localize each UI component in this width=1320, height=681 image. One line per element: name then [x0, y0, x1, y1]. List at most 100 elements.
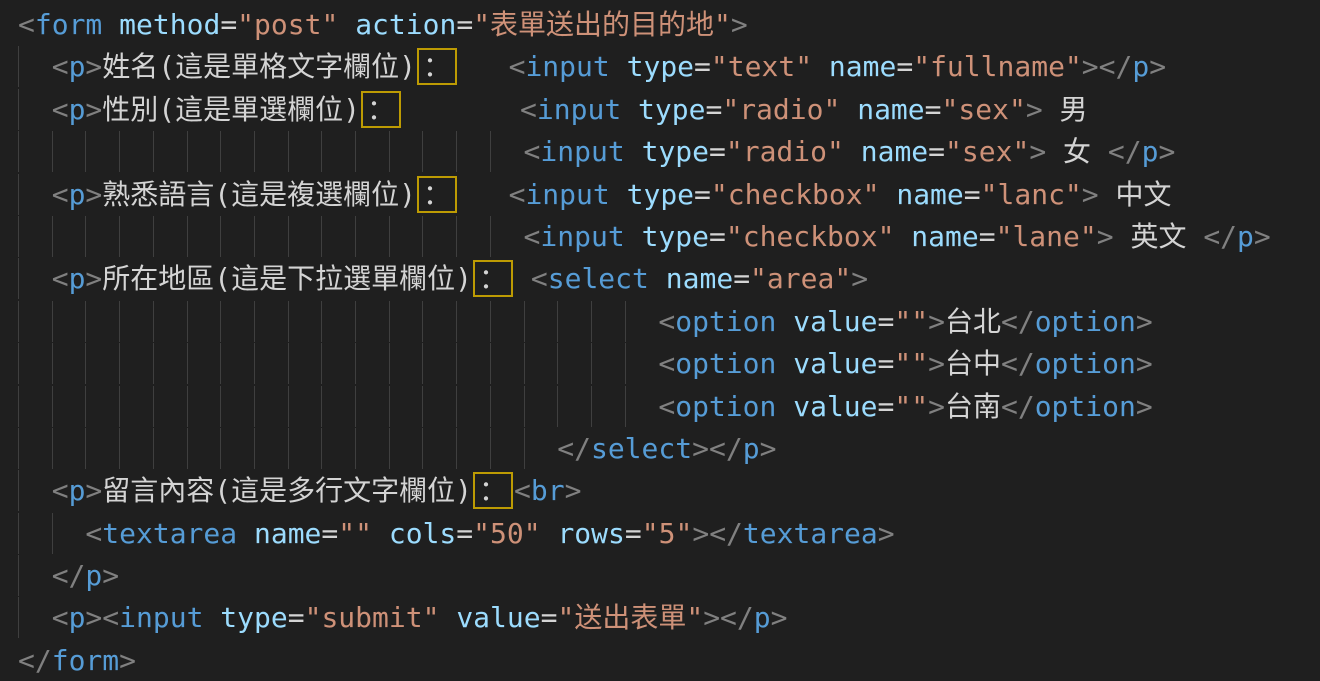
indent-guides	[18, 555, 52, 597]
token-punctuation: >	[771, 601, 788, 634]
token-whitespace	[621, 93, 638, 126]
token-tag-name: input	[540, 135, 624, 168]
token-equals-sign: =	[878, 390, 895, 423]
token-punctuation: >	[1136, 347, 1153, 380]
token-attribute-name: name	[254, 517, 321, 550]
indent-guide-line	[119, 301, 153, 342]
token-whitespace	[203, 601, 220, 634]
unicode-highlight-colon: ：	[473, 472, 513, 509]
indent-guide-line	[288, 216, 322, 257]
token-whitespace	[102, 8, 119, 41]
indent-guide-line	[18, 89, 52, 130]
token-attribute-name: name	[896, 178, 963, 211]
indent-guide-line	[18, 216, 52, 257]
indent-guide-line	[18, 555, 52, 596]
indent-guide-line	[389, 343, 423, 384]
token-punctuation: <	[18, 8, 35, 41]
token-punctuation: </	[720, 601, 754, 634]
token-tag-name: textarea	[102, 517, 237, 550]
token-punctuation: >	[703, 601, 720, 634]
indent-guide-line	[52, 301, 86, 342]
token-punctuation: <	[52, 601, 69, 634]
token-tag-name: input	[525, 178, 609, 211]
token-whitespace	[610, 178, 627, 211]
token-tag-name: input	[537, 93, 621, 126]
token-equals-sign: =	[321, 517, 338, 550]
token-tag-name: p	[69, 262, 86, 295]
token-punctuation: >	[731, 8, 748, 41]
token-whitespace	[879, 178, 896, 211]
indent-guide-line	[490, 301, 524, 342]
token-string-value: "送出表單"	[557, 601, 703, 634]
indent-guide-line	[422, 131, 456, 172]
token-text-content: 台北	[945, 305, 1001, 338]
token-string-value: ""	[894, 305, 928, 338]
code-line: <textarea name="" cols="50" rows="5"></t…	[18, 513, 1302, 555]
token-string-value: "sex"	[942, 93, 1026, 126]
token-string-value: "area"	[750, 262, 851, 295]
token-punctuation: </	[1203, 220, 1237, 253]
indent-guide-line	[153, 386, 187, 427]
token-tag-name: option	[675, 390, 776, 423]
token-whitespace	[625, 135, 642, 168]
indent-guide-line	[254, 131, 288, 172]
token-tag-name: input	[540, 220, 624, 253]
indent-guide-line	[18, 428, 52, 469]
indent-guide-line	[153, 428, 187, 469]
indent-guide-line	[490, 428, 524, 469]
token-punctuation: </	[1001, 305, 1035, 338]
indent-guide-line	[389, 216, 423, 257]
token-punctuation: >	[851, 262, 868, 295]
token-equals-sign: =	[456, 8, 473, 41]
token-punctuation: <	[524, 135, 541, 168]
token-string-value: "50"	[473, 517, 540, 550]
token-string-value: ""	[894, 390, 928, 423]
indent-guide-line	[456, 343, 490, 384]
indent-guide-line	[355, 386, 389, 427]
token-text-content: 留言內容(這是多行文字欄位)	[102, 474, 472, 507]
token-string-value: "radio"	[722, 93, 840, 126]
token-punctuation: </	[1099, 50, 1133, 83]
indent-guide-line	[321, 301, 355, 342]
indent-guide-line	[422, 428, 456, 469]
indent-guide-line	[456, 386, 490, 427]
indent-guides	[18, 46, 52, 88]
indent-guide-line	[153, 301, 187, 342]
indent-guides	[18, 216, 524, 258]
token-punctuation: <	[524, 220, 541, 253]
token-tag-name: textarea	[743, 517, 878, 550]
indent-guide-line	[187, 428, 221, 469]
token-punctuation: <	[509, 178, 526, 211]
indent-guide-line	[85, 301, 119, 342]
indent-guide-line	[389, 428, 423, 469]
token-whitespace	[776, 390, 793, 423]
indent-guide-line	[456, 216, 490, 257]
token-tag-name: select	[548, 262, 649, 295]
token-whitespace	[844, 135, 861, 168]
token-attribute-name: type	[642, 220, 709, 253]
indent-guide-line	[254, 343, 288, 384]
token-string-value: "sex"	[945, 135, 1029, 168]
token-punctuation: >	[1026, 93, 1043, 126]
indent-guide-line	[625, 386, 659, 427]
token-equals-sign: =	[541, 601, 558, 634]
token-punctuation: >	[928, 347, 945, 380]
indent-guides	[18, 301, 658, 343]
token-punctuation: </	[18, 644, 52, 677]
token-tag-name: p	[1142, 135, 1159, 168]
indent-guide-line	[220, 131, 254, 172]
token-tag-name: input	[119, 601, 203, 634]
indent-guide-line	[288, 386, 322, 427]
token-equals-sign: =	[694, 50, 711, 83]
token-equals-sign: =	[456, 517, 473, 550]
indent-guide-line	[456, 301, 490, 342]
indent-guides	[18, 174, 52, 216]
token-punctuation: >	[85, 601, 102, 634]
indent-guide-line	[119, 343, 153, 384]
token-string-value: "radio"	[726, 135, 844, 168]
indent-guide-line	[85, 216, 119, 257]
indent-guide-line	[625, 301, 659, 342]
code-editor[interactable]: <form method="post" action="表單送出的目的地"><p…	[0, 0, 1302, 677]
code-line: <p>所在地區(這是下拉選單欄位)： <select name="area">	[18, 258, 1302, 300]
token-whitespace	[776, 305, 793, 338]
